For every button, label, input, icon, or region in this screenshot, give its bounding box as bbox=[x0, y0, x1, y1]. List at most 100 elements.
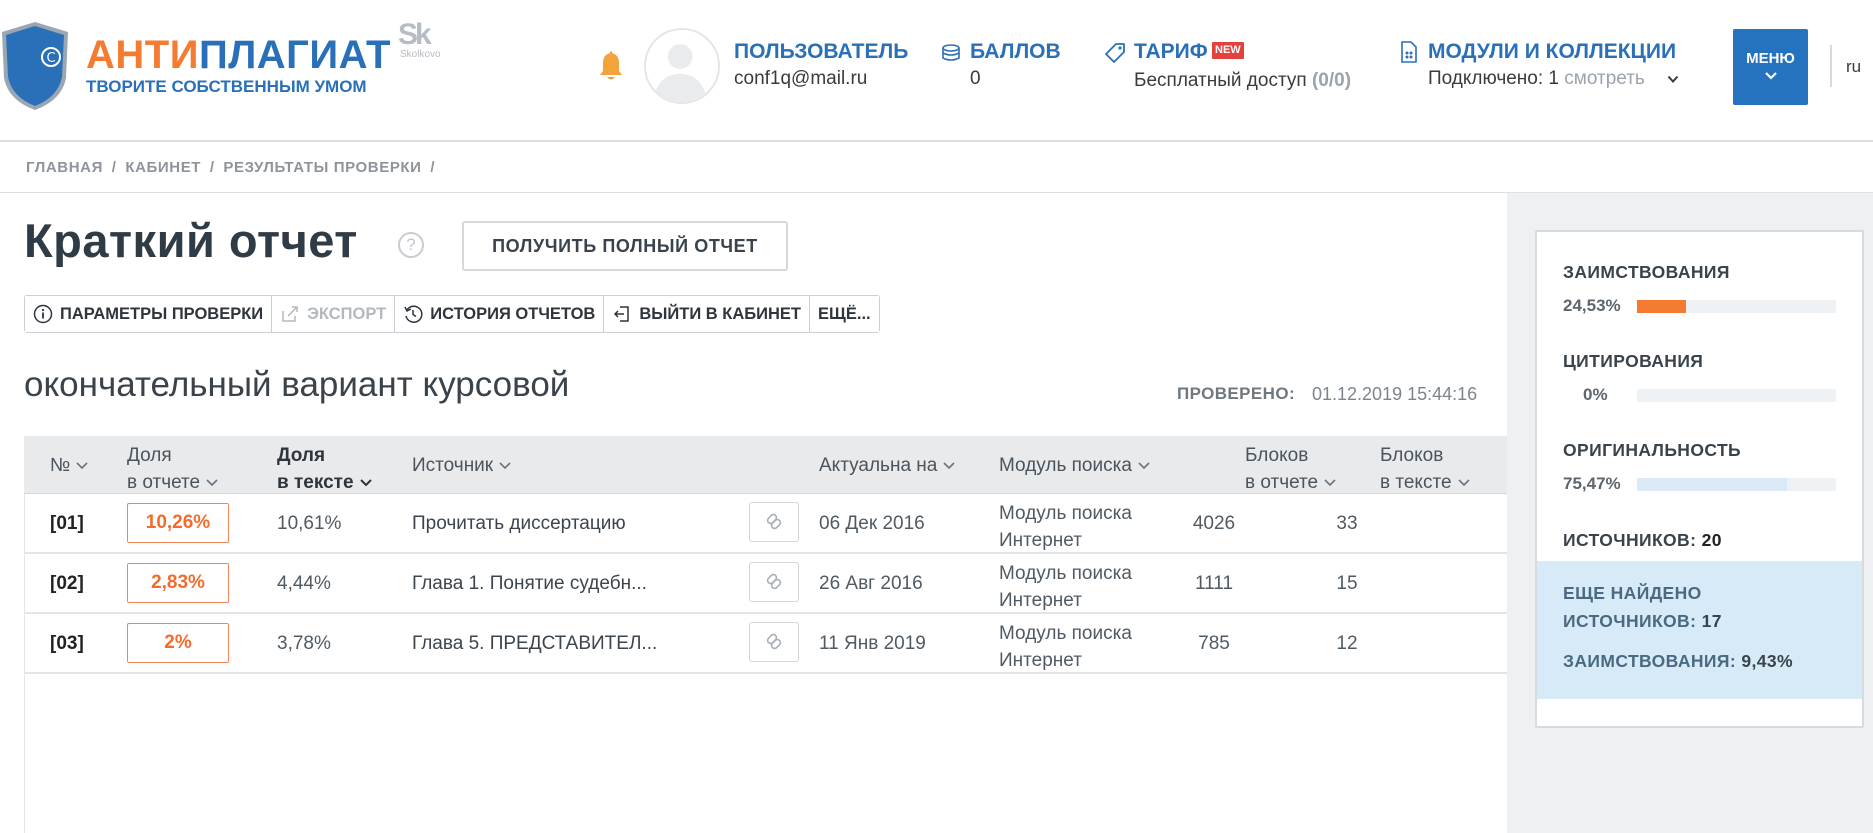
export-button[interactable]: ЭКСПОРТ bbox=[272, 296, 396, 332]
originality-label: ОРИГИНАЛЬНОСТЬ bbox=[1563, 440, 1742, 460]
table-row[interactable]: [03] 2% 3,78% Глава 5. ПРЕДСТАВИТЕЛ... 1… bbox=[24, 614, 1507, 674]
report-toolbar: ПАРАМЕТРЫ ПРОВЕРКИ ЭКСПОРТ ИСТОРИЯ ОТЧЕТ… bbox=[24, 295, 880, 333]
column-header-module[interactable]: Модуль поиска bbox=[999, 452, 1150, 479]
column-header-blocks-text[interactable]: Блоков в тексте bbox=[1380, 442, 1470, 496]
extra-borrowing-value: 9,43% bbox=[1741, 651, 1793, 671]
exit-icon bbox=[614, 306, 630, 322]
source-link-button[interactable] bbox=[749, 562, 799, 602]
avatar[interactable] bbox=[644, 28, 720, 104]
share-in-report-badge[interactable]: 2,83% bbox=[127, 563, 229, 603]
help-icon[interactable]: ? bbox=[398, 232, 424, 258]
link-icon bbox=[766, 513, 782, 530]
report-history-label: ИСТОРИЯ ОТЧЕТОВ bbox=[430, 304, 596, 323]
language-switcher[interactable]: ru bbox=[1846, 57, 1861, 77]
shield-logo-icon[interactable]: C bbox=[0, 20, 70, 112]
extra-sources-value: 17 bbox=[1701, 611, 1722, 631]
document-title: окончательный вариант курсовой bbox=[24, 365, 570, 404]
sources-count-label: ИСТОЧНИКОВ: bbox=[1563, 530, 1697, 550]
info-icon bbox=[33, 304, 53, 324]
source-name[interactable]: Прочитать диссертацию bbox=[412, 513, 626, 535]
chevron-down-icon bbox=[76, 462, 88, 470]
source-name[interactable]: Глава 1. Понятие судебн... bbox=[412, 573, 647, 595]
link-icon bbox=[766, 573, 782, 590]
chevron-down-icon bbox=[943, 462, 955, 470]
share-in-report-badge[interactable]: 2% bbox=[127, 623, 229, 663]
share-in-report-badge[interactable]: 10,26% bbox=[127, 503, 229, 543]
breadcrumb-separator: / bbox=[430, 159, 436, 176]
report-history-button[interactable]: ИСТОРИЯ ОТЧЕТОВ bbox=[395, 296, 605, 332]
originality-bar-fill bbox=[1637, 478, 1788, 491]
export-icon bbox=[282, 306, 298, 322]
main-content: Краткий отчет ? ПОЛУЧИТЬ ПОЛНЫЙ ОТЧЕТ ПА… bbox=[0, 193, 1507, 833]
search-module: Модуль поиска Интернет bbox=[999, 503, 1132, 551]
checked-timestamp: 01.12.2019 15:44:16 bbox=[1312, 384, 1478, 404]
breadcrumb-results[interactable]: РЕЗУЛЬТАТЫ ПРОВЕРКИ bbox=[223, 159, 421, 176]
bell-icon[interactable] bbox=[598, 49, 624, 81]
search-module: Модуль поиска Интернет bbox=[999, 623, 1132, 671]
points-title[interactable]: БАЛЛОВ bbox=[970, 40, 1061, 64]
borrowing-bar bbox=[1637, 300, 1836, 313]
chevron-down-icon bbox=[1138, 462, 1150, 470]
tariff-title[interactable]: ТАРИФ bbox=[1134, 40, 1208, 64]
menu-button[interactable]: МЕНЮ bbox=[1733, 29, 1808, 105]
table-left-border bbox=[24, 494, 25, 833]
column-header-source[interactable]: Источник bbox=[412, 452, 511, 479]
breadcrumb-home[interactable]: ГЛАВНАЯ bbox=[26, 159, 103, 176]
chevron-down-icon[interactable] bbox=[1667, 75, 1679, 84]
new-badge: NEW bbox=[1212, 42, 1244, 59]
svg-text:C: C bbox=[46, 51, 55, 66]
column-header-number[interactable]: № bbox=[50, 452, 88, 479]
actual-date: 26 Авг 2016 bbox=[819, 573, 923, 594]
extra-found-panel[interactable]: ЕЩЕ НАЙДЕНО ИСТОЧНИКОВ: 17 ЗАИМСТВОВАНИЯ… bbox=[1537, 561, 1862, 699]
check-params-button[interactable]: ПАРАМЕТРЫ ПРОВЕРКИ bbox=[25, 296, 273, 332]
borrowing-label: ЗАИМСТВОВАНИЯ bbox=[1563, 262, 1730, 282]
logo-wordmark[interactable]: АНТИПЛАГИАТ bbox=[86, 33, 391, 78]
chevron-down-icon bbox=[1764, 72, 1777, 80]
citation-label: ЦИТИРОВАНИЯ bbox=[1563, 351, 1704, 371]
chevron-down-icon bbox=[206, 479, 218, 487]
user-silhouette-icon bbox=[653, 44, 707, 102]
get-full-report-button[interactable]: ПОЛУЧИТЬ ПОЛНЫЙ ОТЧЕТ bbox=[462, 221, 788, 271]
source-name[interactable]: Глава 5. ПРЕДСТАВИТЕЛ... bbox=[412, 633, 657, 655]
breadcrumb-separator: / bbox=[111, 159, 117, 176]
table-header: № Доля в отчете Доля в тексте Источник Акт… bbox=[24, 436, 1507, 494]
extra-found-heading: ЕЩЕ НАЙДЕНО bbox=[1563, 583, 1702, 603]
modules-connected: Подключено: 1 смотреть bbox=[1428, 68, 1645, 90]
exit-to-cabinet-button[interactable]: ВЫЙТИ В КАБИНЕТ bbox=[604, 296, 811, 332]
table-row[interactable]: [01] 10,26% 10,61% Прочитать диссертацию… bbox=[24, 494, 1507, 554]
originality-bar bbox=[1637, 478, 1836, 491]
menu-label: МЕНЮ bbox=[1746, 50, 1795, 67]
more-button[interactable]: ЕЩЁ... bbox=[810, 296, 879, 332]
column-header-blocks-report[interactable]: Блоков в отчете bbox=[1245, 442, 1336, 496]
export-label: ЭКСПОРТ bbox=[307, 304, 387, 323]
user-title[interactable]: ПОЛЬЗОВАТЕЛЬ bbox=[734, 40, 908, 64]
actual-date: 06 Дек 2016 bbox=[819, 513, 925, 534]
breadcrumb-cabinet[interactable]: КАБИНЕТ bbox=[125, 159, 201, 176]
share-in-text: 10,61% bbox=[277, 513, 342, 534]
modules-title[interactable]: МОДУЛИ И КОЛЛЕКЦИИ bbox=[1428, 40, 1676, 64]
chevron-down-icon bbox=[1324, 479, 1336, 487]
source-link-button[interactable] bbox=[749, 502, 799, 542]
modules-view-link[interactable]: смотреть bbox=[1564, 68, 1645, 89]
chevron-down-icon bbox=[499, 462, 511, 470]
column-header-share-report[interactable]: Доля в отчете bbox=[127, 442, 218, 496]
extra-sources-label: ИСТОЧНИКОВ: bbox=[1563, 611, 1697, 631]
column-header-share-text[interactable]: Доля в тексте bbox=[277, 442, 372, 496]
sources-count: ИСТОЧНИКОВ: 20 bbox=[1563, 530, 1722, 551]
exit-to-cabinet-label: ВЫЙТИ В КАБИНЕТ bbox=[639, 304, 802, 323]
row-number: [01] bbox=[50, 513, 84, 534]
tariff-value: Бесплатный доступ (0/0) bbox=[1134, 70, 1351, 92]
share-in-text: 3,78% bbox=[277, 633, 331, 654]
more-label: ЕЩЁ... bbox=[818, 304, 871, 323]
column-header-actual[interactable]: Актуальна на bbox=[819, 452, 955, 479]
tariff-value-text: Бесплатный доступ bbox=[1134, 70, 1307, 91]
modules-connected-text: Подключено: 1 bbox=[1428, 68, 1559, 89]
link-icon bbox=[766, 633, 782, 650]
blocks-in-report: 1111 bbox=[1194, 573, 1234, 594]
header: C АНТИПЛАГИАТ ТВОРИТЕ СОБСТВЕННЫМ УМОМ S… bbox=[0, 0, 1873, 142]
table-row[interactable]: [02] 2,83% 4,44% Глава 1. Понятие судебн… bbox=[24, 554, 1507, 614]
extra-borrowing-label: ЗАИМСТВОВАНИЯ: bbox=[1563, 651, 1737, 671]
coins-icon bbox=[942, 44, 960, 61]
source-link-button[interactable] bbox=[749, 622, 799, 662]
blocks-in-report: 785 bbox=[1198, 633, 1230, 654]
